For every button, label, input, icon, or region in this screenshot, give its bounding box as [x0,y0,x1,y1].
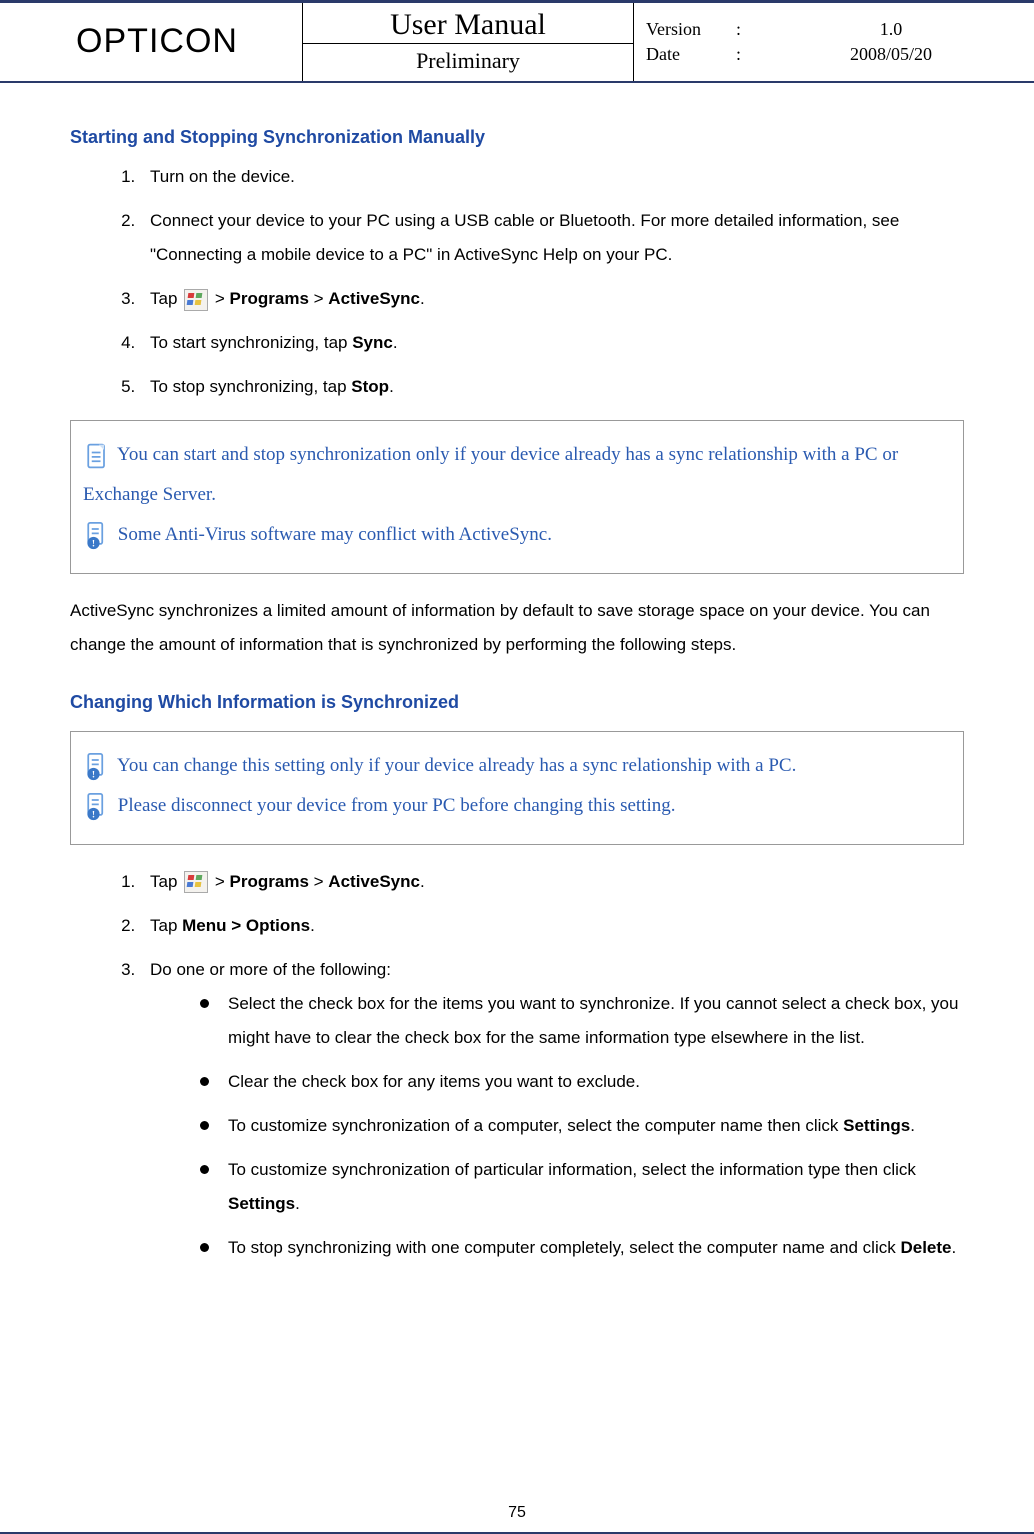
note-alert-icon: ! [83,752,111,782]
svg-text:!: ! [92,809,95,820]
bold-delete: Delete [900,1238,951,1257]
bold-activesync: ActiveSync [328,872,420,891]
note-doc-icon [83,441,111,471]
bold-sync: Sync [352,333,393,352]
note-box-1: You can start and stop synchronization o… [70,420,964,574]
bullet-5: To stop synchronizing with one computer … [200,1231,964,1265]
text: Do one or more of the following: [150,960,391,979]
bullet-1: Select the check box for the items you w… [200,987,964,1055]
bullet-2: Clear the check box for any items you wa… [200,1065,964,1099]
step-3: Tap > Programs > ActiveSync. [140,282,964,316]
bold-settings: Settings [228,1194,295,1213]
text: > [215,289,230,308]
note-alert-icon: ! [83,792,111,822]
doc-subtitle: Preliminary [416,44,520,77]
step-2: Connect your device to your PC using a U… [140,204,964,272]
text: . [910,1116,915,1135]
page-number: 75 [0,1502,1034,1524]
text: To stop synchronizing with one computer … [228,1238,900,1257]
text: . [393,333,398,352]
note-text-1: You can start and stop synchronization o… [83,444,898,505]
text: > [314,289,329,308]
text: . [420,289,425,308]
version-value: 1.0 [760,17,1022,42]
note-text-4: Please disconnect your device from your … [118,795,676,816]
section1-steps: Turn on the device. Connect your device … [70,160,964,404]
step-4: To start synchronizing, tap Sync. [140,326,964,360]
date-value: 2008/05/20 [760,42,1022,67]
date-label: Date [646,42,736,67]
section2-steps: Tap > Programs > ActiveSync. Tap Menu > … [70,865,964,1265]
bold-activesync: ActiveSync [328,289,420,308]
mid-paragraph: ActiveSync synchronizes a limited amount… [70,594,964,662]
meta-block: Version : 1.0 Date : 2008/05/20 [634,3,1022,81]
version-label: Version [646,17,736,42]
text: > [314,872,329,891]
brand-name: OPTICON [12,3,302,81]
note-box-2: ! You can change this setting only if yo… [70,731,964,845]
step-1: Turn on the device. [140,160,964,194]
page-content: Starting and Stopping Synchronization Ma… [0,83,1034,1265]
text: To stop synchronizing, tap [150,377,351,396]
text: . [952,1238,957,1257]
bullet-list: Select the check box for the items you w… [150,987,964,1265]
step-5: To stop synchronizing, tap Stop. [140,370,964,404]
text: To customize synchronization of particul… [228,1160,916,1179]
svg-text:!: ! [92,538,95,549]
bold-settings: Settings [843,1116,910,1135]
text: . [420,872,425,891]
bullet-4: To customize synchronization of particul… [200,1153,964,1221]
title-block: User Manual Preliminary [302,3,634,81]
bold-menu-options: Menu > Options [182,916,310,935]
svg-text:!: ! [92,769,95,780]
colon: : [736,42,760,67]
text: > [215,872,230,891]
bold-stop: Stop [351,377,389,396]
text: Tap [150,916,182,935]
text: . [389,377,394,396]
note-alert-icon: ! [83,521,111,551]
text: . [310,916,315,935]
windows-start-icon [184,871,208,893]
windows-start-icon [184,289,208,311]
note-text-2: Some Anti-Virus software may conflict wi… [118,524,552,545]
bold-programs: Programs [230,872,309,891]
bold-programs: Programs [230,289,309,308]
note-text-3: You can change this setting only if your… [117,755,796,776]
text: To customize synchronization of a comput… [228,1116,843,1135]
text: Tap [150,289,182,308]
text: To start synchronizing, tap [150,333,352,352]
document-header: OPTICON User Manual Preliminary Version … [0,0,1034,83]
doc-title: User Manual [303,7,633,44]
colon: : [736,17,760,42]
text: . [295,1194,300,1213]
section2-title: Changing Which Information is Synchroniz… [70,690,964,715]
section1-title: Starting and Stopping Synchronization Ma… [70,125,964,150]
bullet-3: To customize synchronization of a comput… [200,1109,964,1143]
step2-2: Tap Menu > Options. [140,909,964,943]
step2-3: Do one or more of the following: Select … [140,953,964,1265]
text: Tap [150,872,182,891]
step2-1: Tap > Programs > ActiveSync. [140,865,964,899]
